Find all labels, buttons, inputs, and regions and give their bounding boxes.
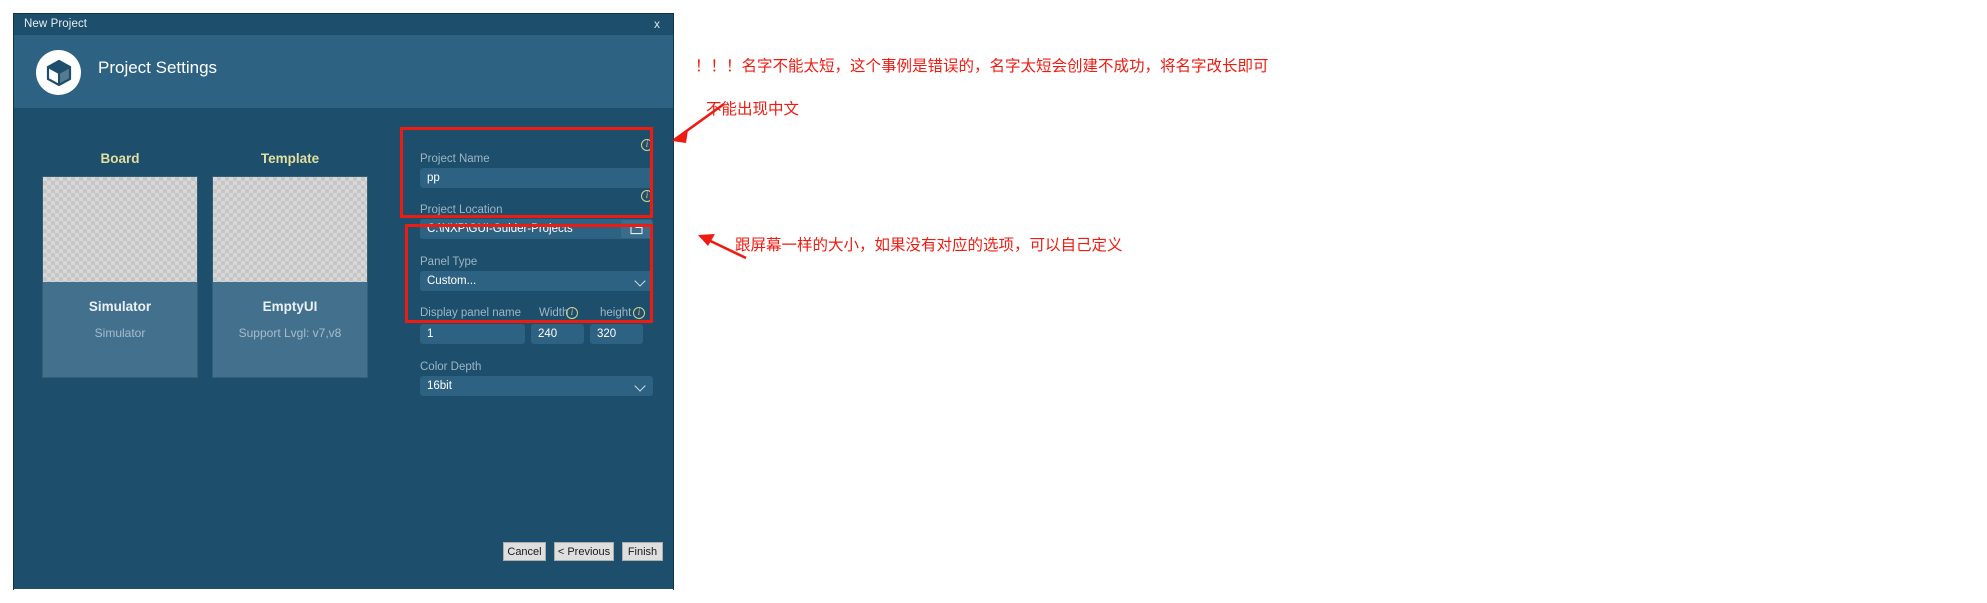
project-settings-form: Project Name i pp Project Location i C:\… bbox=[407, 108, 667, 396]
height-input[interactable]: 320 bbox=[590, 324, 643, 344]
panel-dimensions-row: Display panel name Width i height i 1 24… bbox=[407, 307, 667, 344]
height-value: 320 bbox=[597, 328, 617, 340]
template-card-thumbnail bbox=[213, 177, 367, 282]
project-name-value: pp bbox=[427, 172, 440, 184]
dialog-titlebar: New Project x bbox=[14, 14, 673, 36]
board-column-header: Board bbox=[100, 151, 140, 166]
project-location-value: C:\NXP\GUI-Guider-Projects bbox=[427, 223, 573, 235]
project-name-info-icon[interactable]: i bbox=[641, 139, 653, 151]
template-card-subtitle: Support Lvgl: v7,v8 bbox=[238, 326, 342, 340]
board-card-simulator[interactable]: Simulator Simulator bbox=[42, 176, 198, 378]
width-label: Width bbox=[539, 307, 569, 319]
template-card-emptyui[interactable]: EmptyUI Support Lvgl: v7,v8 bbox=[212, 176, 368, 378]
chevron-down-icon[interactable] bbox=[634, 275, 646, 287]
panel-type-select[interactable]: Custom... bbox=[420, 271, 653, 291]
board-card-title: Simulator bbox=[88, 299, 152, 314]
dialog-header: Project Settings bbox=[14, 36, 673, 108]
color-depth-row: Color Depth 16bit bbox=[407, 361, 667, 396]
height-info-icon[interactable]: i bbox=[633, 307, 645, 319]
color-depth-label: Color Depth bbox=[420, 361, 482, 373]
height-label: height bbox=[600, 307, 632, 319]
color-depth-value: 16bit bbox=[427, 380, 452, 392]
close-icon[interactable]: x bbox=[650, 17, 664, 31]
panel-type-row: Panel Type Custom... bbox=[407, 256, 667, 291]
cube-icon bbox=[36, 50, 81, 95]
annotation-text-line1: ！！！名字不能太短，这个事例是错误的，名字太短会创建不成功，将名字改长即可 bbox=[695, 57, 1269, 75]
project-name-input[interactable]: pp bbox=[420, 168, 653, 188]
project-location-info-icon[interactable]: i bbox=[641, 190, 653, 202]
board-card-thumbnail bbox=[43, 177, 197, 282]
project-name-label: Project Name bbox=[420, 153, 490, 165]
panel-type-value: Custom... bbox=[427, 275, 477, 287]
template-column-header: Template bbox=[260, 151, 320, 166]
screenshot-root: New Project x Project Settings Board Tem… bbox=[0, 0, 1987, 603]
annotation-text-line3: 跟屏幕一样的大小，如果没有对应的选项，可以自己定义 bbox=[735, 236, 1123, 254]
project-name-row: Project Name i pp bbox=[407, 139, 667, 188]
dialog-body: Board Template Simulator Simulator Empty… bbox=[14, 108, 673, 566]
folder-icon[interactable] bbox=[621, 220, 652, 238]
project-location-label: Project Location bbox=[420, 204, 503, 216]
previous-button[interactable]: < Previous bbox=[554, 542, 614, 561]
annotation-text-line2: 不能出现中文 bbox=[706, 100, 800, 118]
width-info-icon[interactable]: i bbox=[566, 307, 578, 319]
board-card-subtitle: Simulator bbox=[94, 326, 146, 340]
project-location-row: Project Location i C:\NXP\GUI-Guider-Pro… bbox=[407, 190, 667, 239]
cancel-button[interactable]: Cancel bbox=[503, 542, 546, 561]
display-panel-name-label: Display panel name bbox=[420, 307, 522, 319]
panel-type-label: Panel Type bbox=[420, 256, 478, 268]
width-value: 240 bbox=[538, 328, 558, 340]
dialog-title: New Project bbox=[24, 18, 88, 30]
statusbar bbox=[14, 589, 673, 603]
new-project-dialog: New Project x Project Settings Board Tem… bbox=[14, 14, 673, 603]
width-input[interactable]: 240 bbox=[531, 324, 584, 344]
finish-button[interactable]: Finish bbox=[622, 542, 663, 561]
chevron-down-icon[interactable] bbox=[634, 380, 646, 392]
display-panel-name-input[interactable]: 1 bbox=[420, 324, 525, 344]
display-panel-name-value: 1 bbox=[427, 328, 434, 340]
template-card-title: EmptyUI bbox=[262, 299, 318, 314]
color-depth-select[interactable]: 16bit bbox=[420, 376, 653, 396]
project-location-input[interactable]: C:\NXP\GUI-Guider-Projects bbox=[420, 219, 653, 239]
page-title: Project Settings bbox=[98, 58, 218, 77]
